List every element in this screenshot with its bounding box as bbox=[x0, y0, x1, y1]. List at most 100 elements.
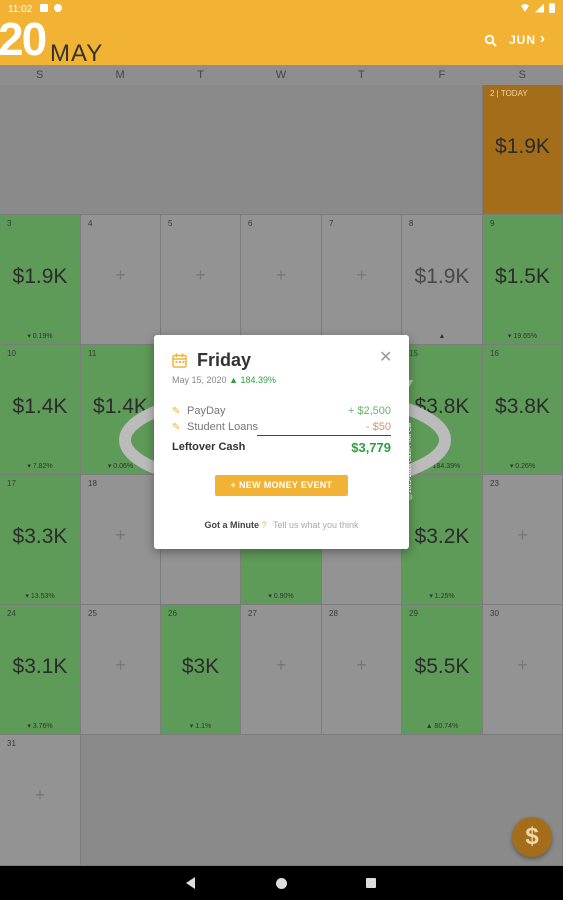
day-amount: $1.9K bbox=[12, 265, 68, 288]
battery-icon bbox=[549, 3, 555, 13]
day-amount: $3.3K bbox=[12, 525, 68, 548]
add-event-icon: + bbox=[195, 265, 206, 285]
day-change: ▾ 13.53% bbox=[25, 593, 55, 600]
weekday-label: S bbox=[518, 69, 527, 81]
day-amount: $1.4K bbox=[93, 395, 148, 418]
add-event-icon: + bbox=[356, 265, 367, 285]
day-amount: $1.9K bbox=[495, 135, 550, 158]
day-amount: $5.5K bbox=[414, 655, 470, 678]
day-number: 24 bbox=[7, 609, 16, 618]
day-change: ▲ 184.39% bbox=[423, 463, 461, 470]
day-change: ▾ 0.90% bbox=[268, 593, 294, 600]
year-label: 20 bbox=[0, 13, 47, 65]
day-cell[interactable]: 8 $1.9K ▲ bbox=[402, 215, 483, 345]
weekday-label: F bbox=[438, 69, 447, 81]
day-cell[interactable]: 3 $1.9K ▾ 0.19% bbox=[0, 215, 81, 345]
day-number: 17 bbox=[7, 479, 16, 488]
month-label: MAY bbox=[50, 40, 104, 67]
day-cell[interactable]: 17 $3.3K ▾ 13.53% bbox=[0, 475, 81, 605]
notification-icon bbox=[40, 4, 48, 12]
weekday-label: W bbox=[275, 69, 288, 81]
day-cell[interactable]: 18 + bbox=[81, 475, 161, 605]
day-cell[interactable]: 28 + bbox=[322, 605, 402, 735]
day-cell[interactable]: 27 + bbox=[241, 605, 322, 735]
copyright-text: ©2013-2020 Cash-Flow Cal bbox=[407, 423, 413, 499]
day-number: 26 bbox=[168, 609, 177, 618]
wifi-icon bbox=[520, 4, 530, 12]
weekday-row: S M T W T F S bbox=[0, 65, 563, 85]
chevron-right-icon[interactable]: › bbox=[540, 30, 545, 47]
dialog-change: ▲ 184.39% bbox=[229, 375, 277, 385]
day-amount: $3.2K bbox=[414, 525, 470, 548]
add-event-icon: + bbox=[34, 785, 46, 805]
feedback-prompt: Got a Minute ? Tell us what you think bbox=[154, 520, 409, 530]
recents-icon[interactable] bbox=[366, 878, 376, 888]
day-amount: $1.4K bbox=[12, 395, 68, 418]
day-cell[interactable]: 31 + bbox=[0, 735, 81, 866]
calendar-icon bbox=[172, 353, 187, 368]
day-change: ▾ 1.25% bbox=[429, 593, 455, 600]
day-change: ▾ 19.65% bbox=[507, 333, 538, 340]
day-number: 7 bbox=[329, 219, 334, 228]
day-number: 27 bbox=[248, 609, 257, 618]
edit-icon: ✎ bbox=[172, 406, 181, 417]
day-cell[interactable]: 29 $5.5K ▲ 80.74% bbox=[402, 605, 483, 735]
feedback-question: Got a Minute bbox=[204, 520, 259, 530]
day-change: ▾ 0.19% bbox=[27, 333, 53, 340]
status-bar: 11:02 bbox=[0, 0, 563, 18]
next-month-button[interactable]: JUN bbox=[509, 33, 536, 47]
system-icons bbox=[520, 3, 555, 13]
day-number: 4 bbox=[88, 219, 93, 228]
dialog-title: Friday bbox=[197, 350, 252, 370]
search-icon[interactable] bbox=[484, 34, 498, 48]
day-number: 31 bbox=[7, 739, 16, 748]
day-cell[interactable]: 26 $3K ▾ 1.1% bbox=[161, 605, 241, 735]
add-money-fab[interactable]: $ bbox=[512, 817, 552, 857]
weekday-label: M bbox=[115, 69, 126, 81]
day-cell[interactable]: 7 + bbox=[322, 215, 402, 345]
day-amount: $1.9K bbox=[414, 265, 470, 288]
day-number: 10 bbox=[7, 349, 16, 358]
day-cell[interactable]: 11 $1.4K ▾ 0.06% bbox=[81, 345, 161, 475]
navigation-bar bbox=[0, 866, 563, 900]
close-icon[interactable]: ✕ bbox=[379, 347, 392, 367]
day-cell[interactable]: 9 $1.5K ▾ 19.65% bbox=[483, 215, 563, 345]
add-event-icon: + bbox=[356, 655, 367, 675]
day-cell[interactable]: 30 + bbox=[483, 605, 563, 735]
day-number: 30 bbox=[490, 609, 499, 618]
money-event-row[interactable]: ✎ Student Loans - $50 bbox=[172, 421, 391, 433]
day-cell[interactable]: 23 + bbox=[483, 475, 563, 605]
dialog-subtitle: May 15, 2020 ▲ 184.39% bbox=[172, 375, 276, 385]
day-number: 5 bbox=[168, 219, 173, 228]
day-change: ▾ 0.06% bbox=[107, 463, 134, 470]
day-amount: $3.1K bbox=[12, 655, 68, 678]
day-amount: $3.8K bbox=[495, 395, 550, 418]
day-cell[interactable]: 15 $3.8K ▲ 184.39% bbox=[402, 345, 483, 475]
day-cell[interactable]: 25 + bbox=[81, 605, 161, 735]
add-event-icon: + bbox=[275, 265, 287, 285]
leftover-amount: $3,779 bbox=[351, 440, 391, 455]
home-icon[interactable] bbox=[276, 878, 287, 889]
day-cell-today[interactable]: 2 | TODAY $1.9K bbox=[483, 85, 563, 215]
day-number: 8 bbox=[409, 219, 414, 228]
day-number: 9 bbox=[490, 219, 495, 228]
day-cell[interactable]: 10 $1.4K ▾ 7.82% bbox=[0, 345, 81, 475]
day-amount: $3.8K bbox=[414, 395, 470, 418]
feedback-link[interactable]: Tell us what you think bbox=[273, 520, 359, 530]
empty-day-cell bbox=[81, 735, 563, 866]
day-amount: $3K bbox=[181, 655, 220, 678]
day-number: 2 | TODAY bbox=[490, 89, 528, 98]
money-event-row[interactable]: ✎ PayDay + $2,500 bbox=[172, 405, 391, 417]
signal-icon bbox=[535, 3, 544, 13]
new-money-event-button[interactable]: + NEW MONEY EVENT bbox=[215, 475, 348, 496]
day-number: 6 bbox=[248, 219, 253, 228]
day-cell[interactable]: $3.2K ▾ 1.25% bbox=[402, 475, 483, 605]
day-amount: $1.5K bbox=[495, 265, 550, 288]
back-icon[interactable] bbox=[186, 877, 195, 889]
day-cell[interactable]: 4 + bbox=[81, 215, 161, 345]
day-number: 23 bbox=[490, 479, 499, 488]
day-cell[interactable]: 24 $3.1K ▾ 3.76% bbox=[0, 605, 81, 735]
day-cell[interactable]: 6 + bbox=[241, 215, 322, 345]
day-cell[interactable]: 5 + bbox=[161, 215, 241, 345]
day-cell[interactable]: 16 $3.8K ▾ 0.26% bbox=[483, 345, 563, 475]
